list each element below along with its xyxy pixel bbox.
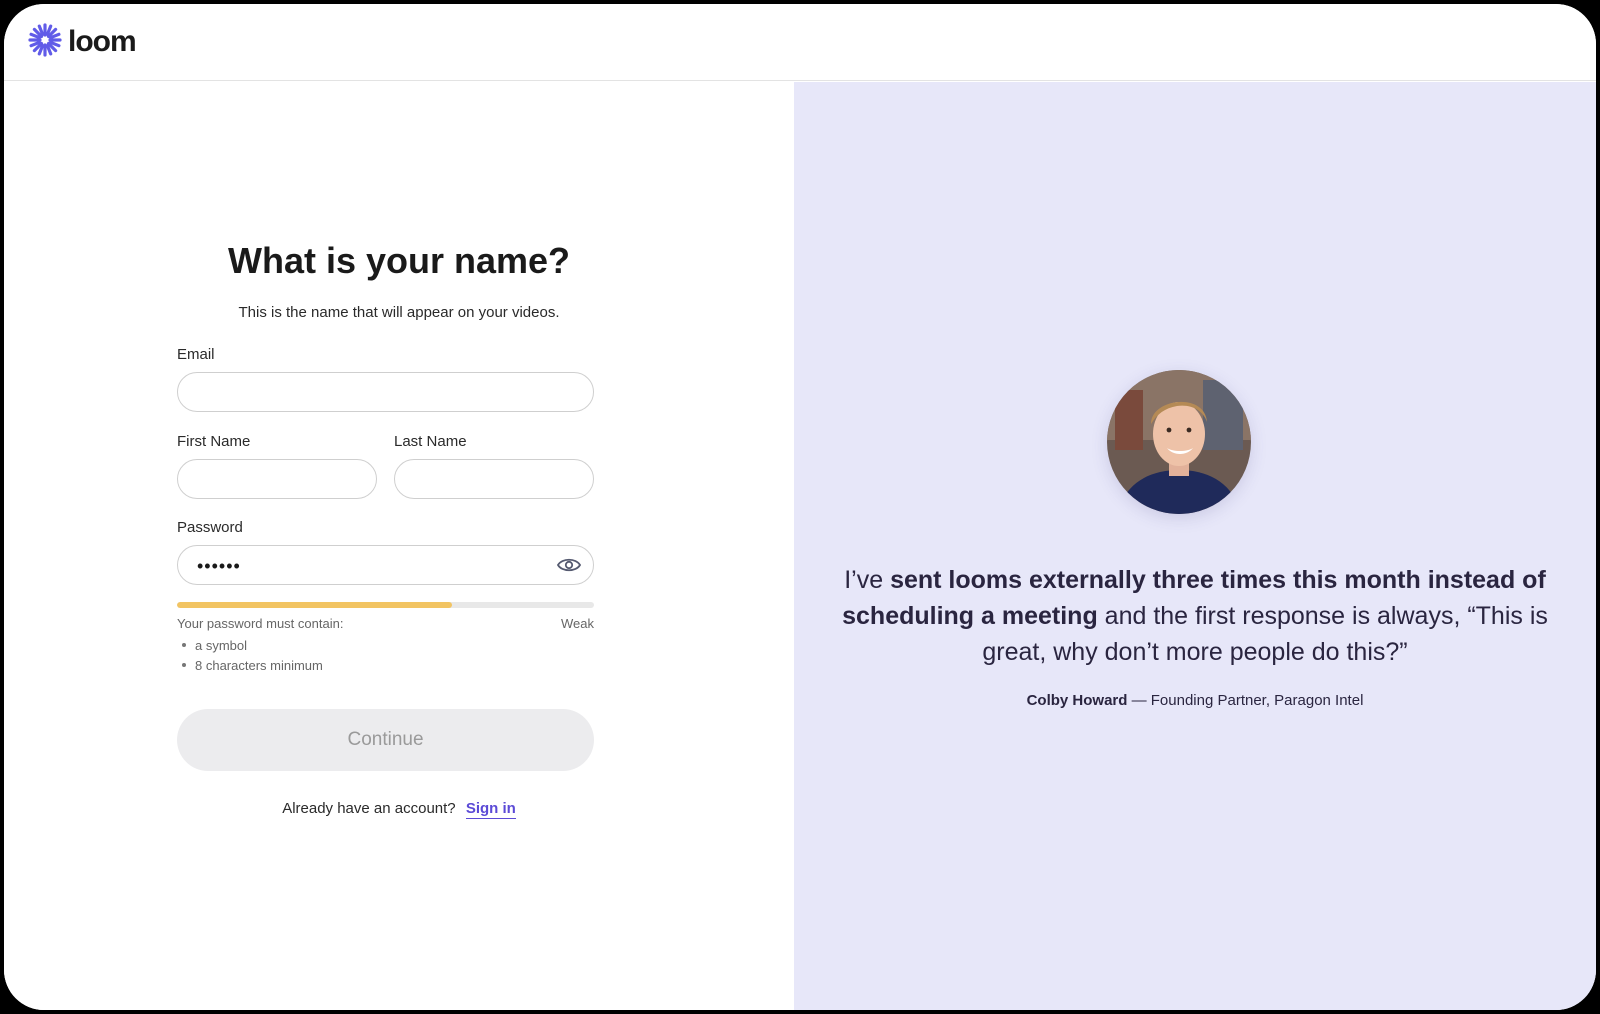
last-name-label: Last Name [394, 433, 467, 450]
author-name: Colby Howard [1026, 692, 1128, 709]
continue-button[interactable]: Continue [177, 709, 594, 771]
password-strength-fill [177, 602, 453, 608]
loom-logo[interactable]: loom [28, 22, 137, 62]
requirements-title: Your password must contain: [177, 616, 344, 631]
logo-text: loom [68, 25, 137, 58]
app-window: loom What is your name? This is the name… [4, 4, 1596, 1010]
page-title: What is your name? [227, 240, 571, 281]
password-strength-meter [177, 602, 594, 608]
requirements-list: a symbol 8 characters minimum [182, 635, 323, 675]
requirement-item: a symbol [182, 635, 323, 655]
first-name-field[interactable] [177, 459, 377, 499]
password-label: Password [177, 519, 243, 536]
top-header: loom [4, 4, 1596, 81]
requirement-item: 8 characters minimum [182, 655, 323, 675]
testimonial-panel: I’ve sent looms externally three times t… [794, 82, 1596, 1010]
password-masked-value: •••••• [197, 556, 241, 576]
last-name-field[interactable] [394, 459, 594, 499]
eye-icon[interactable] [556, 552, 582, 578]
testimonial-attribution: Colby Howard — Founding Partner, Paragon… [794, 692, 1596, 709]
page-subtitle: This is the name that will appear on you… [238, 304, 560, 321]
email-field[interactable] [177, 372, 594, 412]
email-label: Email [177, 346, 215, 363]
avatar [1107, 370, 1251, 514]
testimonial-quote: I’ve sent looms externally three times t… [842, 566, 1548, 666]
signin-link[interactable]: Sign in [465, 800, 516, 819]
signin-row: Already have an account? Sign in [4, 800, 794, 819]
author-role: — Founding Partner, Paragon Intel [1127, 692, 1364, 709]
loom-asterisk-icon [28, 22, 62, 62]
first-name-label: First Name [177, 433, 251, 450]
strength-label: Weak [561, 616, 594, 631]
signup-panel: What is your name? This is the name that… [4, 82, 794, 1010]
signin-prompt: Already have an account? [282, 800, 456, 817]
